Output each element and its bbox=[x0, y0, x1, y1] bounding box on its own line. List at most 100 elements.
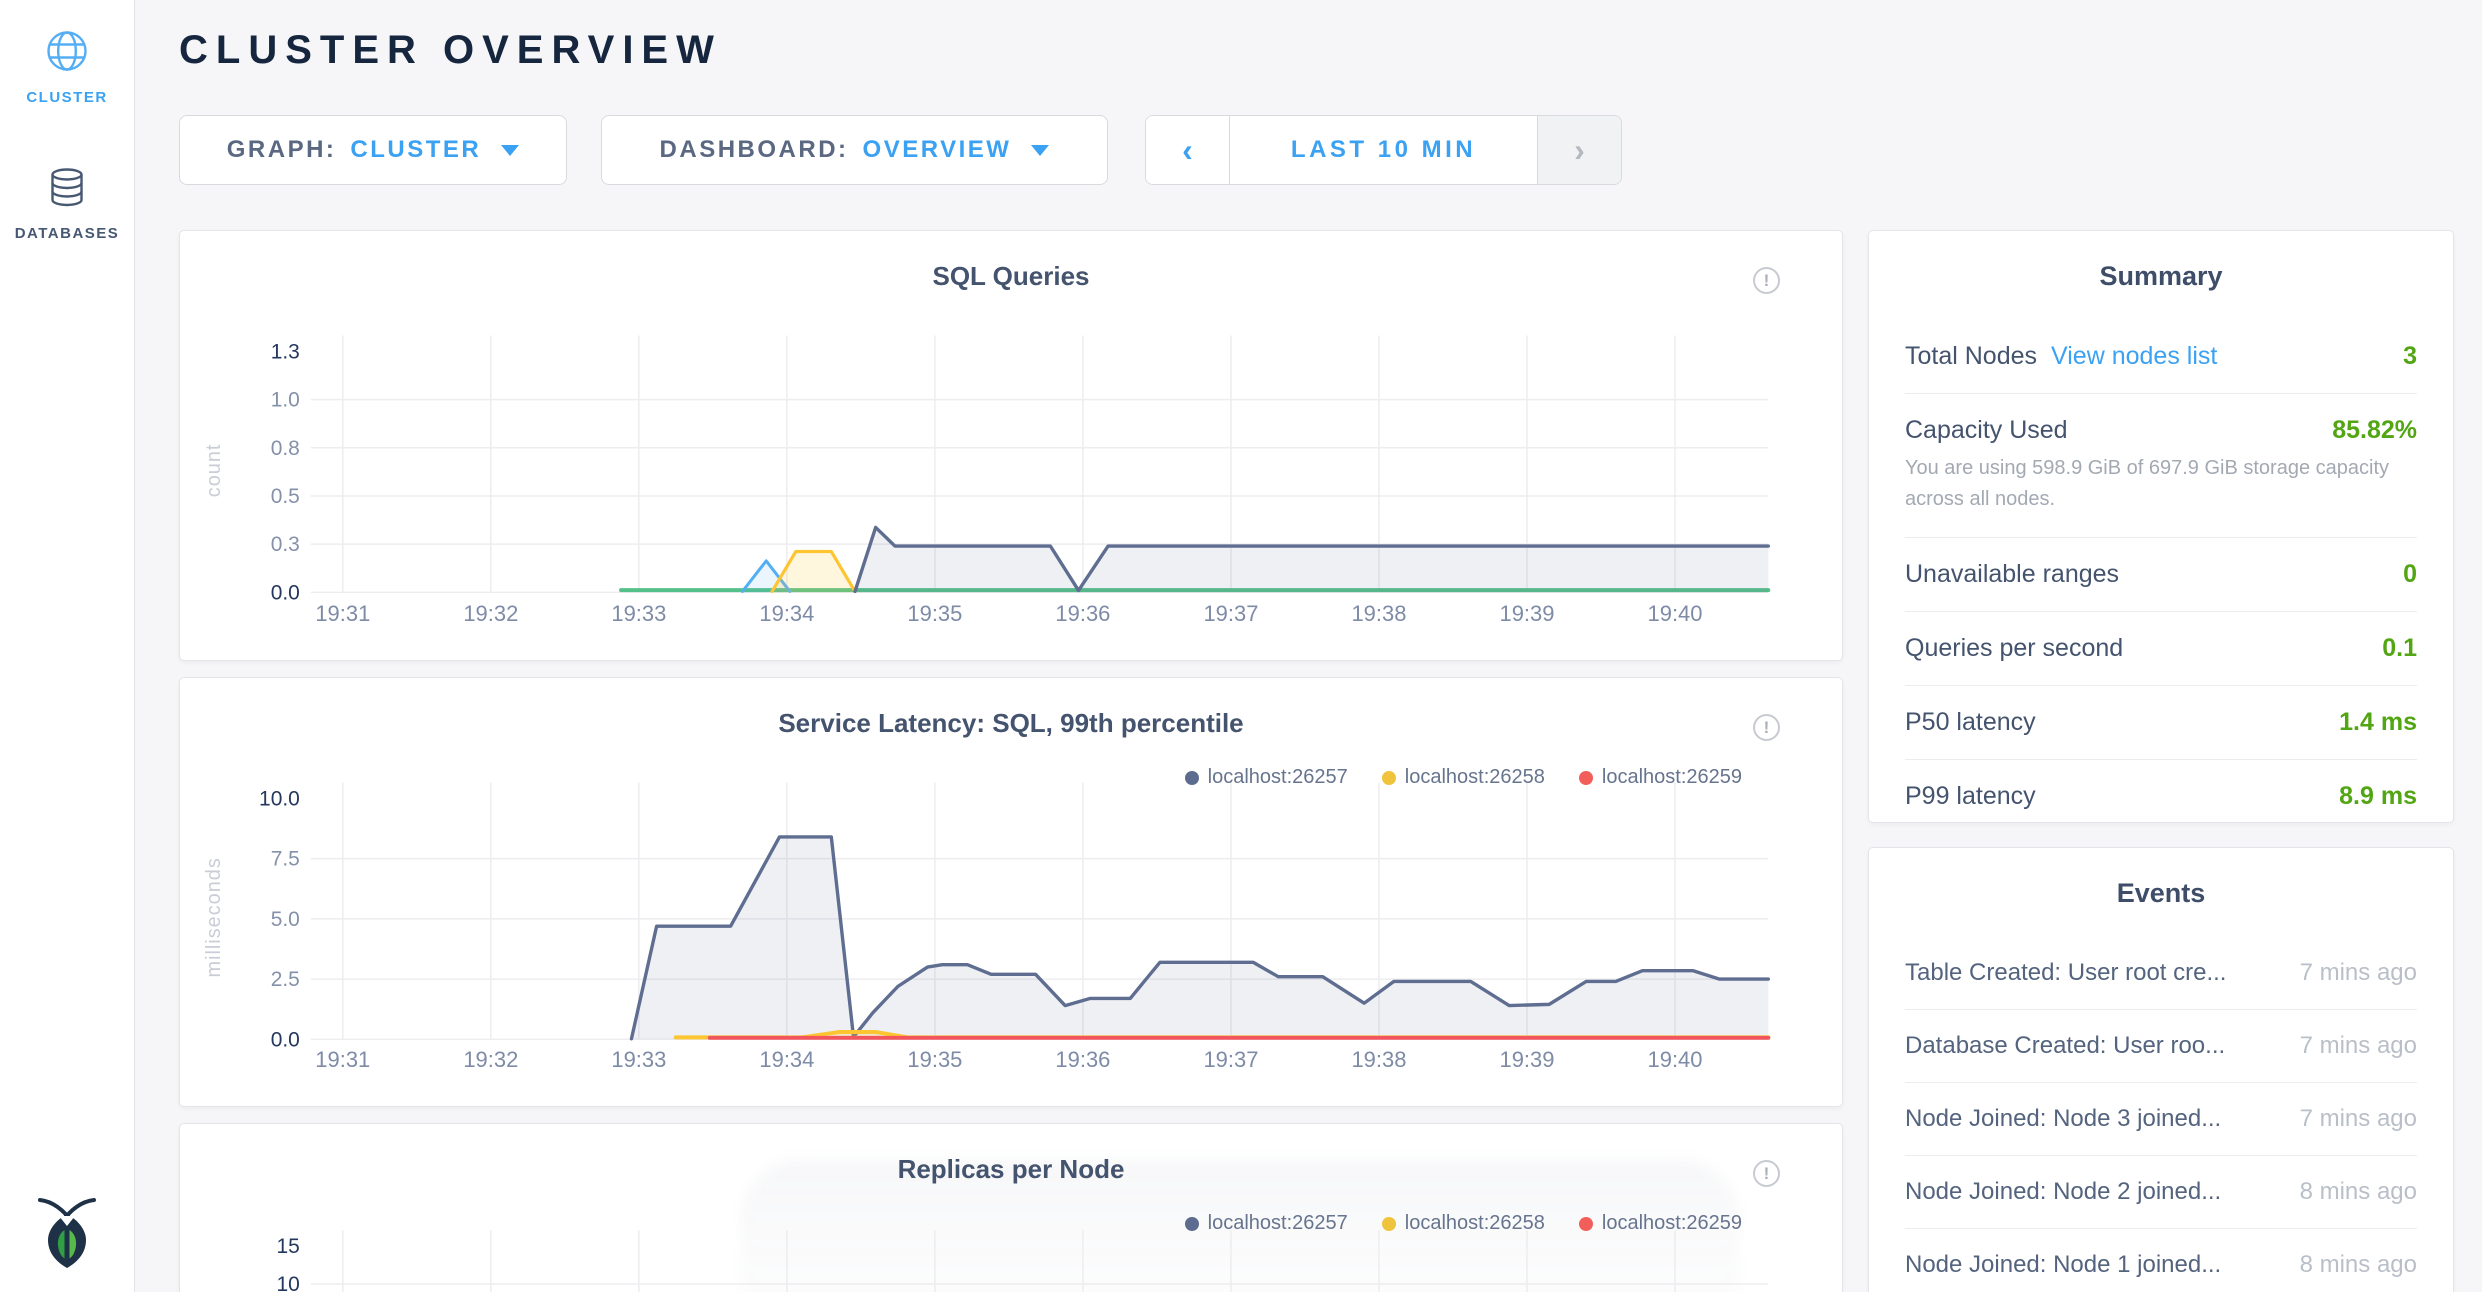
view-nodes-list-link[interactable]: View nodes list bbox=[2051, 342, 2217, 370]
summary-row-total-nodes: Total NodesView nodes list 3 bbox=[1905, 320, 2417, 394]
legend-label: localhost:26257 bbox=[1208, 1212, 1348, 1235]
legend-dot-icon bbox=[1185, 1217, 1199, 1231]
svg-text:2.5: 2.5 bbox=[271, 968, 300, 991]
svg-text:19:33: 19:33 bbox=[611, 601, 666, 626]
svg-text:19:38: 19:38 bbox=[1351, 1047, 1406, 1072]
total-nodes-value: 3 bbox=[2403, 342, 2417, 371]
svg-text:19:37: 19:37 bbox=[1203, 1047, 1258, 1072]
dashboard-dropdown-value: OVERVIEW bbox=[863, 136, 1012, 164]
chevron-down-icon bbox=[501, 145, 519, 156]
time-range-value[interactable]: LAST 10 MIN bbox=[1230, 116, 1537, 184]
chart-title: Replicas per Node bbox=[180, 1124, 1842, 1185]
legend-item: localhost:26259 bbox=[1579, 1212, 1742, 1235]
svg-text:19:31: 19:31 bbox=[315, 1047, 370, 1072]
svg-text:10.0: 10.0 bbox=[259, 787, 300, 810]
dashboard-controls: GRAPH: CLUSTER DASHBOARD: OVERVIEW ‹ LAS… bbox=[179, 115, 2454, 185]
cockroachdb-logo bbox=[35, 1193, 99, 1276]
svg-text:10: 10 bbox=[277, 1273, 300, 1292]
capacity-used-value: 85.82% bbox=[2332, 416, 2417, 445]
main-content: CLUSTER OVERVIEW GRAPH: CLUSTER DASHBOAR… bbox=[135, 0, 2482, 1292]
svg-text:19:31: 19:31 bbox=[315, 601, 370, 626]
time-next-button[interactable]: › bbox=[1537, 116, 1621, 184]
replicas-per-node-chart-card: Replicas per Node ! localhost:26257 local… bbox=[179, 1123, 1843, 1292]
legend-label: localhost:26259 bbox=[1602, 1212, 1742, 1235]
total-nodes-label: Total NodesView nodes list bbox=[1905, 342, 2217, 371]
svg-text:0.0: 0.0 bbox=[271, 1028, 300, 1051]
sidebar-item-databases[interactable]: DATABASES bbox=[15, 164, 120, 242]
time-prev-button[interactable]: ‹ bbox=[1146, 116, 1230, 184]
svg-text:5.0: 5.0 bbox=[271, 908, 300, 931]
cluster-overview-page: CLUSTER DATABASES bbox=[0, 0, 2482, 1292]
events-panel: Events Table Created: User root cre... 7… bbox=[1868, 847, 2454, 1292]
svg-text:19:34: 19:34 bbox=[759, 601, 814, 626]
svg-text:0.5: 0.5 bbox=[271, 485, 300, 508]
svg-text:19:36: 19:36 bbox=[1055, 1047, 1110, 1072]
graph-dropdown-label: GRAPH: bbox=[227, 136, 337, 164]
svg-text:19:38: 19:38 bbox=[1351, 601, 1406, 626]
legend-dot-icon bbox=[1579, 771, 1593, 785]
svg-text:milliseconds: milliseconds bbox=[203, 857, 225, 977]
info-icon[interactable]: ! bbox=[1753, 267, 1780, 294]
sidebar-item-label: CLUSTER bbox=[26, 89, 107, 106]
svg-text:1.3: 1.3 bbox=[271, 340, 300, 363]
events-title: Events bbox=[1905, 848, 2417, 909]
summary-row-queries-per-second: Queries per second 0.1 bbox=[1905, 612, 2417, 686]
legend-dot-icon bbox=[1185, 771, 1199, 785]
capacity-used-label: Capacity Used bbox=[1905, 416, 2068, 445]
service-latency-plot[interactable]: 10.07.55.02.50.0milliseconds19:3119:3219… bbox=[180, 678, 1842, 1106]
cockroach-bug-icon bbox=[35, 1193, 99, 1271]
right-column: Summary Total NodesView nodes list 3 Cap… bbox=[1868, 230, 2454, 1292]
svg-text:19:40: 19:40 bbox=[1648, 1047, 1703, 1072]
content-row: SQL Queries ! 1.3 1.0 0.8 0.5 0.3 0.0 count 19:… bbox=[179, 230, 2454, 1292]
service-latency-chart-card: Service Latency: SQL, 99th percentile ! … bbox=[179, 677, 1843, 1107]
time-range-control: ‹ LAST 10 MIN › bbox=[1145, 115, 1622, 185]
legend-dot-icon bbox=[1579, 1217, 1593, 1231]
svg-text:0.3: 0.3 bbox=[271, 533, 300, 556]
page-title: CLUSTER OVERVIEW bbox=[179, 26, 2454, 74]
summary-row-p99-latency: P99 latency 8.9 ms bbox=[1905, 760, 2417, 823]
svg-text:19:33: 19:33 bbox=[611, 1047, 666, 1072]
legend-dot-icon bbox=[1382, 771, 1396, 785]
event-row: Node Joined: Node 3 joined... 7 mins ago bbox=[1905, 1083, 2417, 1156]
legend-label: localhost:26257 bbox=[1208, 766, 1348, 789]
legend-item: localhost:26257 bbox=[1185, 766, 1348, 789]
legend-label: localhost:26258 bbox=[1405, 766, 1545, 789]
graph-dropdown-value: CLUSTER bbox=[350, 136, 481, 164]
event-row: Node Joined: Node 1 joined... 8 mins ago bbox=[1905, 1229, 2417, 1292]
event-row: Table Created: User root cre... 7 mins a… bbox=[1905, 937, 2417, 1010]
svg-text:0.0: 0.0 bbox=[271, 581, 300, 604]
graph-dropdown[interactable]: GRAPH: CLUSTER bbox=[179, 115, 567, 185]
chart-legend: localhost:26257 localhost:26258 localhost:… bbox=[1185, 766, 1742, 789]
chart-title: SQL Queries bbox=[180, 231, 1842, 292]
sidebar-item-cluster[interactable]: CLUSTER bbox=[26, 28, 107, 106]
svg-text:count: count bbox=[203, 444, 225, 498]
sql-queries-plot[interactable]: 1.3 1.0 0.8 0.5 0.3 0.0 count 19:31 19:32 19:33 19… bbox=[180, 231, 1842, 660]
dashboard-dropdown[interactable]: DASHBOARD: OVERVIEW bbox=[601, 115, 1108, 185]
svg-text:19:39: 19:39 bbox=[1500, 1047, 1555, 1072]
chart-title: Service Latency: SQL, 99th percentile bbox=[180, 678, 1842, 739]
event-row: Database Created: User roo... 7 mins ago bbox=[1905, 1010, 2417, 1083]
summary-title: Summary bbox=[1905, 231, 2417, 292]
sidebar: CLUSTER DATABASES bbox=[0, 0, 135, 1292]
svg-text:19:32: 19:32 bbox=[463, 601, 518, 626]
legend-item: localhost:26258 bbox=[1382, 1212, 1545, 1235]
legend-label: localhost:26259 bbox=[1602, 766, 1742, 789]
info-icon[interactable]: ! bbox=[1753, 1160, 1780, 1187]
chevron-down-icon bbox=[1031, 145, 1049, 156]
dashboard-dropdown-label: DASHBOARD: bbox=[660, 136, 849, 164]
info-icon[interactable]: ! bbox=[1753, 714, 1780, 741]
svg-text:19:40: 19:40 bbox=[1648, 601, 1703, 626]
legend-dot-icon bbox=[1382, 1217, 1396, 1231]
sidebar-item-label: DATABASES bbox=[15, 225, 120, 242]
svg-text:19:39: 19:39 bbox=[1500, 601, 1555, 626]
svg-text:19:34: 19:34 bbox=[759, 1047, 814, 1072]
svg-text:0.8: 0.8 bbox=[271, 437, 300, 460]
svg-text:7.5: 7.5 bbox=[271, 848, 300, 871]
legend-item: localhost:26257 bbox=[1185, 1212, 1348, 1235]
event-row: Node Joined: Node 2 joined... 8 mins ago bbox=[1905, 1156, 2417, 1229]
sql-queries-chart-card: SQL Queries ! 1.3 1.0 0.8 0.5 0.3 0.0 count 19:… bbox=[179, 230, 1843, 661]
capacity-caption: You are using 598.9 GiB of 697.9 GiB sto… bbox=[1905, 453, 2417, 515]
database-icon bbox=[44, 164, 90, 210]
svg-text:19:35: 19:35 bbox=[907, 601, 962, 626]
svg-text:1.0: 1.0 bbox=[271, 389, 300, 412]
